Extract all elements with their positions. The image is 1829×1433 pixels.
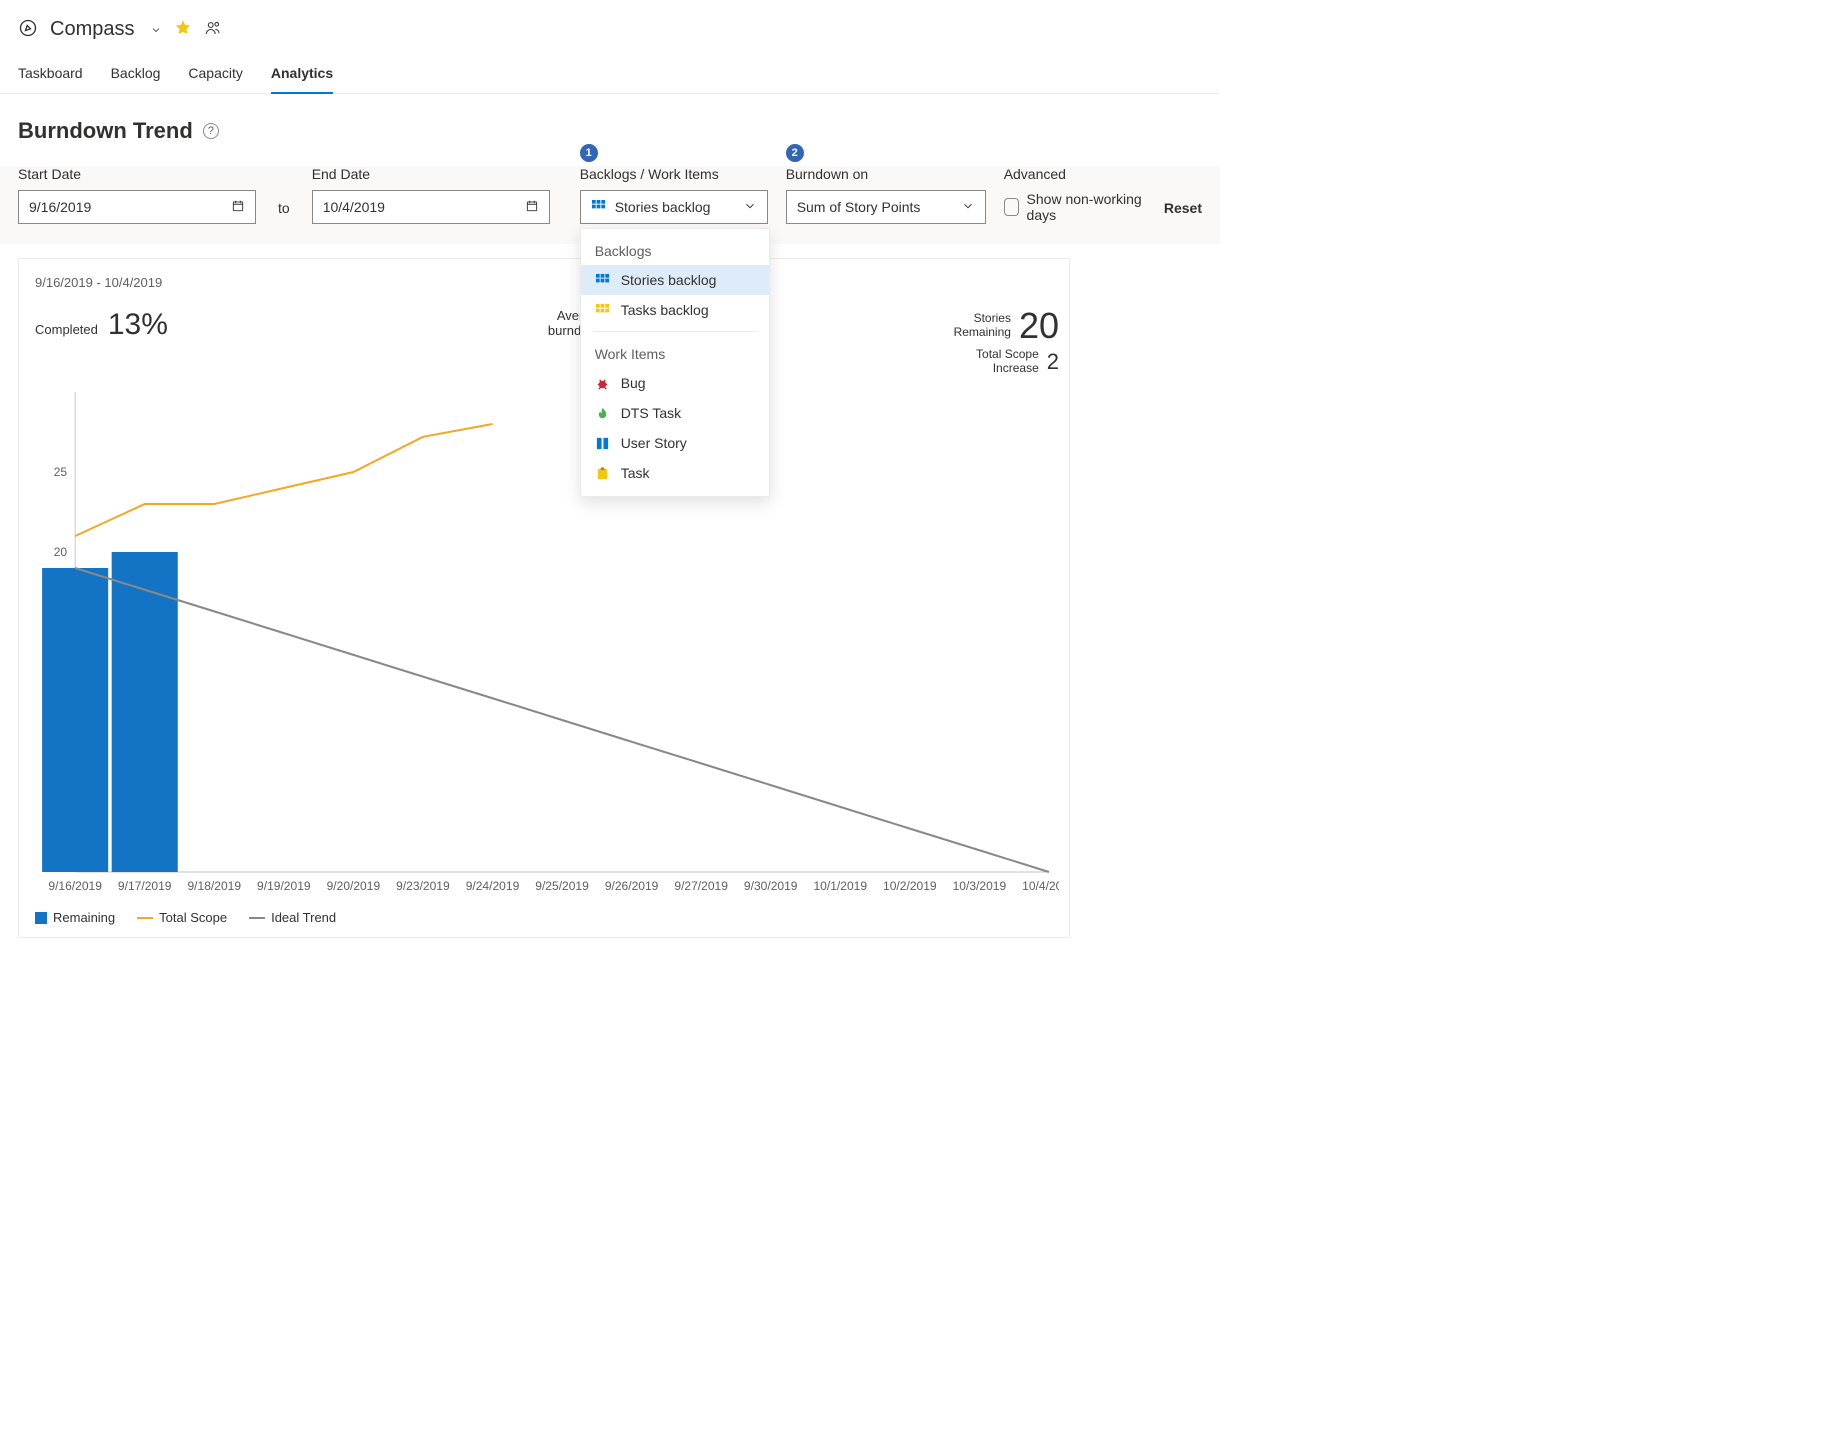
burndown-on-value: Sum of Story Points (797, 199, 921, 215)
burndown-chart: 5101520259/16/20199/17/20199/18/20199/19… (35, 382, 1059, 902)
backlogs-value: Stories backlog (615, 199, 711, 215)
svg-text:9/16/2019: 9/16/2019 (48, 879, 102, 893)
start-date-label: Start Date (18, 166, 256, 182)
tab-capacity[interactable]: Capacity (188, 59, 242, 93)
svg-text:25: 25 (54, 465, 68, 479)
tab-taskboard[interactable]: Taskboard (18, 59, 83, 93)
tab-bar: Taskboard Backlog Capacity Analytics (0, 59, 1220, 94)
svg-text:9/25/2019: 9/25/2019 (535, 879, 589, 893)
dropdown-item-label: Stories backlog (621, 272, 717, 288)
help-icon[interactable]: ? (203, 123, 219, 139)
calendar-icon (231, 199, 245, 216)
step-badge-2: 2 (786, 144, 804, 162)
end-date-label: End Date (312, 166, 550, 182)
svg-text:9/23/2019: 9/23/2019 (396, 879, 450, 893)
page-title: Burndown Trend (18, 118, 193, 144)
dropdown-item-dts-task[interactable]: DTS Task (581, 398, 769, 428)
people-icon[interactable] (204, 19, 222, 40)
svg-text:9/20/2019: 9/20/2019 (327, 879, 381, 893)
to-label: to (274, 200, 294, 224)
dropdown-item-label: DTS Task (621, 405, 681, 421)
chart-range-label: 9/16/2019 - 10/4/2019 (35, 275, 1059, 290)
book-icon (595, 435, 611, 451)
svg-text:9/18/2019: 9/18/2019 (187, 879, 241, 893)
burndown-on-label: Burndown on (786, 166, 986, 182)
step-badge-1: 1 (580, 144, 598, 162)
backlogs-label: Backlogs / Work Items (580, 166, 768, 182)
bug-icon (595, 375, 611, 391)
tab-backlog[interactable]: Backlog (111, 59, 161, 93)
svg-text:9/30/2019: 9/30/2019 (744, 879, 798, 893)
dropdown-item-user-story[interactable]: User Story (581, 428, 769, 458)
flame-icon (595, 405, 611, 421)
grid-icon (595, 272, 611, 288)
advanced-label: Advanced (1004, 166, 1146, 182)
stat-remaining-label: StoriesRemaining (954, 312, 1011, 340)
svg-text:10/4/2019: 10/4/2019 (1022, 879, 1059, 893)
dropdown-item-task[interactable]: Task (581, 458, 769, 488)
grid-icon (591, 199, 607, 215)
dropdown-item-stories-backlog[interactable]: Stories backlog (581, 265, 769, 295)
dropdown-item-label: Tasks backlog (621, 302, 709, 318)
dropdown-heading-workitems: Work Items (581, 338, 769, 368)
project-chevron-down-icon[interactable] (150, 24, 162, 36)
compass-icon (18, 18, 38, 41)
dropdown-item-label: Bug (621, 375, 646, 391)
project-name[interactable]: Compass (50, 18, 134, 41)
stat-scope-increase-value: 2 (1047, 351, 1059, 373)
dropdown-item-bug[interactable]: Bug (581, 368, 769, 398)
show-nonworking-checkbox[interactable] (1004, 198, 1019, 216)
chevron-down-icon (743, 199, 757, 216)
start-date-value: 9/16/2019 (29, 199, 91, 215)
stat-scope-increase-label: Total ScopeIncrease (976, 348, 1039, 376)
stat-completed-value: 13% (108, 308, 168, 342)
svg-text:9/26/2019: 9/26/2019 (605, 879, 659, 893)
filter-bar: Start Date 9/16/2019 to End Date 10/4/20… (0, 166, 1220, 244)
end-date-input[interactable]: 10/4/2019 (312, 190, 550, 224)
svg-text:9/17/2019: 9/17/2019 (118, 879, 172, 893)
dropdown-heading-backlogs: Backlogs (581, 235, 769, 265)
dropdown-item-label: Task (621, 465, 650, 481)
dropdown-separator (593, 331, 757, 332)
start-date-input[interactable]: 9/16/2019 (18, 190, 256, 224)
burndown-on-select[interactable]: Sum of Story Points (786, 190, 986, 224)
calendar-icon (525, 199, 539, 216)
svg-text:10/1/2019: 10/1/2019 (814, 879, 868, 893)
legend-ideal-trend: Ideal Trend (249, 910, 336, 925)
svg-text:9/19/2019: 9/19/2019 (257, 879, 311, 893)
favorite-star-icon[interactable] (174, 19, 192, 40)
legend-remaining: Remaining (35, 910, 115, 925)
svg-text:10/3/2019: 10/3/2019 (953, 879, 1007, 893)
show-nonworking-label: Show non-working days (1027, 191, 1146, 223)
stat-completed-label: Completed (35, 322, 98, 337)
svg-text:20: 20 (54, 545, 68, 559)
svg-text:10/2/2019: 10/2/2019 (883, 879, 937, 893)
tab-analytics[interactable]: Analytics (271, 59, 333, 93)
svg-text:9/27/2019: 9/27/2019 (674, 879, 728, 893)
dropdown-item-label: User Story (621, 435, 687, 451)
backlogs-select[interactable]: Stories backlog (580, 190, 768, 224)
clipboard-icon (595, 465, 611, 481)
chart-card: 9/16/2019 - 10/4/2019 Completed 13% Aver… (18, 258, 1070, 938)
stat-remaining-value: 20 (1019, 308, 1059, 344)
reset-button[interactable]: Reset (1164, 200, 1202, 224)
grid-icon (595, 302, 611, 318)
backlogs-dropdown: Backlogs Stories backlog Tasks backlog W… (580, 228, 770, 497)
legend-total-scope: Total Scope (137, 910, 227, 925)
end-date-value: 10/4/2019 (323, 199, 385, 215)
svg-text:9/24/2019: 9/24/2019 (466, 879, 520, 893)
chart-legend: Remaining Total Scope Ideal Trend (35, 910, 1059, 925)
chevron-down-icon (961, 199, 975, 216)
dropdown-item-tasks-backlog[interactable]: Tasks backlog (581, 295, 769, 325)
